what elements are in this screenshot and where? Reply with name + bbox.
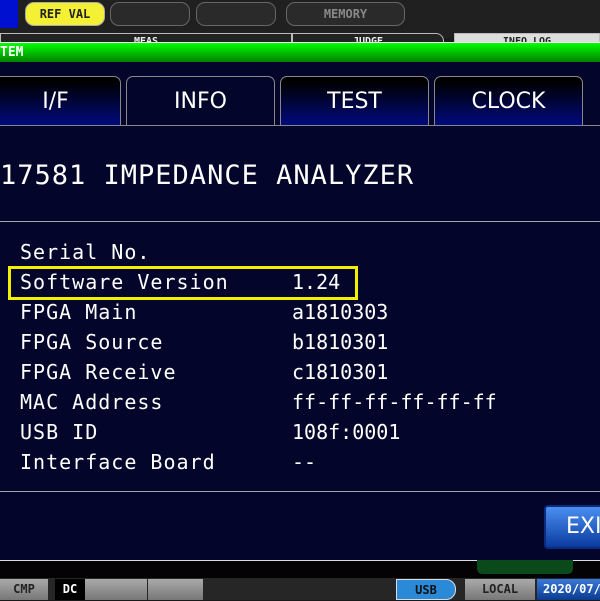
info-value: c1810301 <box>292 360 389 384</box>
info-label: FPGA Main <box>20 300 138 324</box>
green-button[interactable] <box>477 560 573 574</box>
info-label: Serial No. <box>20 240 151 264</box>
mode-indicator <box>0 0 18 28</box>
info-value: b1810301 <box>292 330 389 354</box>
info-value: ff-ff-ff-ff-ff-ff <box>292 390 497 414</box>
cmp-indicator: CMP <box>0 579 48 600</box>
tab-clock[interactable]: CLOCK <box>434 76 583 126</box>
status-slot <box>85 579 147 600</box>
info-label: Software Version <box>20 270 229 294</box>
info-label: FPGA Source <box>20 330 164 354</box>
info-label: FPGA Receive <box>20 360 177 384</box>
tab-info[interactable]: INFO <box>126 76 275 126</box>
divider <box>0 221 600 222</box>
dc-indicator: DC <box>55 579 85 600</box>
info-label: MAC Address <box>20 390 164 414</box>
date-display: 2020/07/ <box>537 579 600 600</box>
divider <box>0 491 600 492</box>
exit-button[interactable]: EXI <box>544 505 600 549</box>
status-slot <box>148 579 203 600</box>
window-title: TEM <box>0 45 24 60</box>
memory-button[interactable]: MEMORY <box>286 2 405 26</box>
usb-indicator: USB <box>396 579 456 600</box>
tab-divider <box>0 125 600 126</box>
local-button[interactable]: LOCAL <box>465 579 535 600</box>
ref-val-button[interactable]: REF VAL <box>25 2 105 26</box>
tab-test[interactable]: TEST <box>280 76 429 126</box>
info-value: 108f:0001 <box>292 420 401 444</box>
info-value: -- <box>292 450 317 474</box>
info-value: 1.24 <box>292 270 341 294</box>
blank-button-2[interactable] <box>196 2 276 26</box>
info-label: Interface Board <box>20 450 216 474</box>
info-value: a1810303 <box>292 300 389 324</box>
device-heading: 17581 IMPEDANCE ANALYZER <box>0 160 415 191</box>
system-title-bar: TEM <box>0 42 600 62</box>
tab-if[interactable]: I/F <box>0 76 121 126</box>
blank-button-1[interactable] <box>110 2 190 26</box>
info-label: USB ID <box>20 420 99 444</box>
